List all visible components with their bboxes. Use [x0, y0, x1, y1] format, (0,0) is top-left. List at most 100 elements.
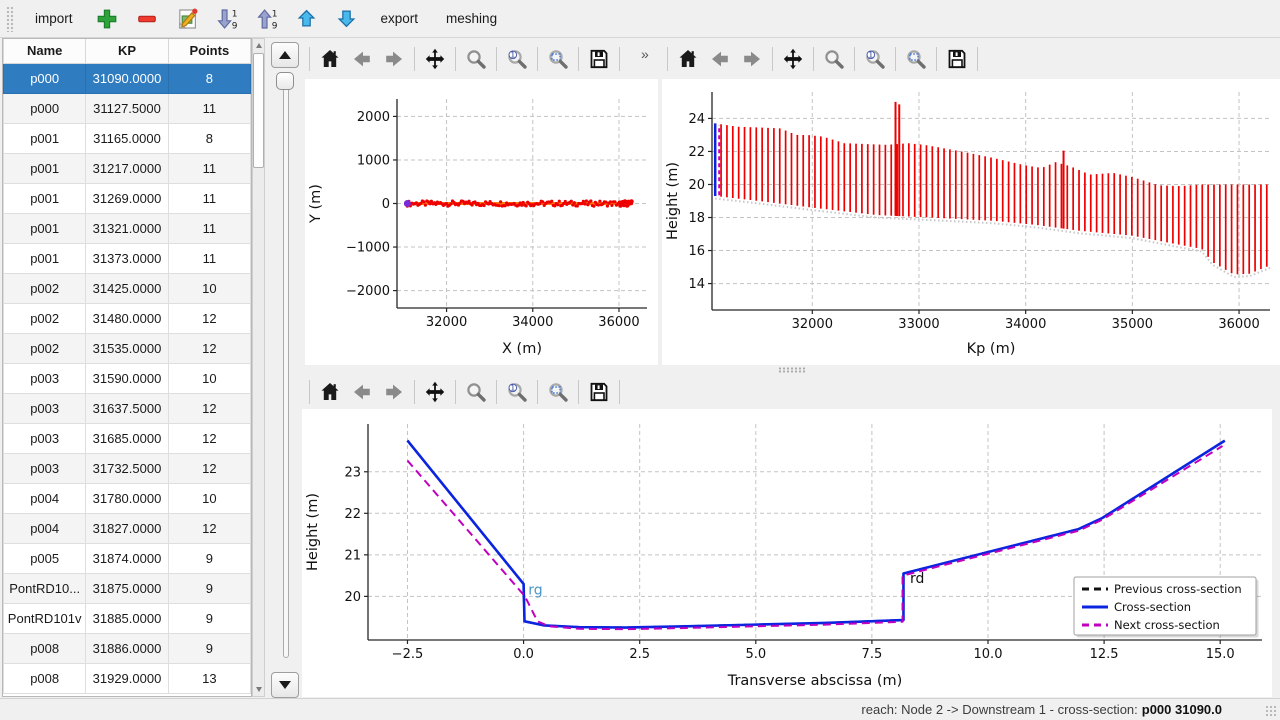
table-cell[interactable]: PontRD101v [4, 603, 86, 633]
table-row[interactable]: PontRD10...31875.00009 [4, 573, 251, 603]
sort-descending-button[interactable]: 1 9 [211, 4, 243, 34]
mpl-forward-button[interactable] [379, 44, 409, 74]
mpl-back-button[interactable] [347, 44, 377, 74]
table-cell[interactable]: p001 [4, 153, 86, 183]
table-cell[interactable]: PontRD10... [4, 573, 86, 603]
edit-cross-section-button[interactable] [171, 4, 203, 34]
table-cell[interactable]: 31090.0000 [86, 63, 168, 93]
mpl-save-button[interactable] [584, 44, 614, 74]
table-cell[interactable]: 12 [168, 513, 250, 543]
table-cell[interactable]: 31929.0000 [86, 663, 168, 693]
table-cell[interactable]: 31127.5000 [86, 93, 168, 123]
table-cell[interactable]: p001 [4, 213, 86, 243]
mpl-zoom-button[interactable] [819, 44, 849, 74]
table-cell[interactable]: 31886.0000 [86, 633, 168, 663]
table-cell[interactable]: 8 [168, 123, 250, 153]
mpl-zoom-button[interactable] [461, 44, 491, 74]
table-cell[interactable]: 11 [168, 153, 250, 183]
table-cell[interactable]: 31217.0000 [86, 153, 168, 183]
mpl-zoom-rect-button[interactable] [901, 44, 931, 74]
export-button[interactable]: export [369, 5, 431, 32]
mpl-back-button[interactable] [705, 44, 735, 74]
cross-sections-table[interactable]: NameKPPoints p00031090.00008p00031127.50… [3, 39, 251, 694]
table-row[interactable]: p00331732.500012 [4, 453, 251, 483]
next-section-button[interactable] [271, 672, 299, 698]
table-cell[interactable]: p000 [4, 63, 86, 93]
table-cell[interactable]: 11 [168, 213, 250, 243]
table-row[interactable]: p00131321.000011 [4, 213, 251, 243]
table-row[interactable]: PontRD101v31885.00009 [4, 603, 251, 633]
table-cell[interactable]: 31590.0000 [86, 363, 168, 393]
table-cell[interactable]: p004 [4, 483, 86, 513]
table-row[interactable]: p00231425.000010 [4, 273, 251, 303]
table-row[interactable]: p00331590.000010 [4, 363, 251, 393]
table-cell[interactable]: p003 [4, 423, 86, 453]
mpl-forward-button[interactable] [737, 44, 767, 74]
table-cell[interactable]: 10 [168, 273, 250, 303]
table-cell[interactable]: p001 [4, 123, 86, 153]
table-cell[interactable]: 31827.0000 [86, 513, 168, 543]
plan-view-figure[interactable]: 320003400036000−2000−1000010002000X (m)Y… [305, 79, 658, 365]
table-cell[interactable]: 31480.0000 [86, 303, 168, 333]
table-cell[interactable]: p002 [4, 303, 86, 333]
table-cell[interactable]: p003 [4, 393, 86, 423]
table-cell[interactable]: 8 [168, 63, 250, 93]
table-row[interactable]: p00131165.00008 [4, 123, 251, 153]
table-cell[interactable]: p002 [4, 333, 86, 363]
column-header[interactable]: KP [86, 39, 168, 63]
table-cell[interactable]: p001 [4, 243, 86, 273]
remove-cross-section-button[interactable] [131, 4, 163, 34]
mpl-save-button[interactable] [584, 377, 614, 407]
table-cell[interactable]: 9 [168, 573, 250, 603]
table-cell[interactable]: 11 [168, 243, 250, 273]
scroll-down-icon[interactable] [253, 684, 264, 695]
table-cell[interactable]: p004 [4, 513, 86, 543]
table-row[interactable]: p00531874.00009 [4, 543, 251, 573]
table-cell[interactable]: p001 [4, 183, 86, 213]
table-cell[interactable]: 11 [168, 183, 250, 213]
table-row[interactable]: p00431780.000010 [4, 483, 251, 513]
sort-ascending-button[interactable]: 1 9 [251, 4, 283, 34]
section-slider-handle[interactable] [276, 72, 294, 90]
window-resize-grip[interactable] [1265, 705, 1277, 717]
table-cell[interactable]: 31874.0000 [86, 543, 168, 573]
mpl-home-button[interactable] [315, 44, 345, 74]
table-row[interactable]: p00031090.00008 [4, 63, 251, 93]
table-row[interactable]: p00331637.500012 [4, 393, 251, 423]
table-cell[interactable]: p008 [4, 663, 86, 693]
table-cell[interactable]: 12 [168, 333, 250, 363]
table-row[interactable]: p00831929.000013 [4, 663, 251, 693]
table-cell[interactable]: 9 [168, 633, 250, 663]
table-row[interactable]: p00231480.000012 [4, 303, 251, 333]
table-cell[interactable]: 31425.0000 [86, 273, 168, 303]
table-row[interactable]: p00131217.000011 [4, 153, 251, 183]
mpl-pan-button[interactable] [778, 44, 808, 74]
mpl-save-button[interactable] [942, 44, 972, 74]
table-cell[interactable]: 31685.0000 [86, 423, 168, 453]
column-header[interactable]: Points [168, 39, 250, 63]
toolbar-grip[interactable] [6, 6, 13, 32]
table-scrollbar-thumb[interactable] [253, 53, 264, 168]
table-cell[interactable]: 31321.0000 [86, 213, 168, 243]
table-scrollbar[interactable] [252, 38, 265, 697]
mpl-pan-button[interactable] [420, 377, 450, 407]
table-cell[interactable]: p003 [4, 363, 86, 393]
table-cell[interactable]: 12 [168, 393, 250, 423]
mpl-home-button[interactable] [315, 377, 345, 407]
scroll-up-icon[interactable] [253, 40, 264, 51]
table-cell[interactable]: 12 [168, 423, 250, 453]
mpl-home-button[interactable] [673, 44, 703, 74]
table-cell[interactable]: 10 [168, 363, 250, 393]
splitter-handle[interactable] [778, 367, 806, 373]
column-header[interactable]: Name [4, 39, 86, 63]
table-cell[interactable]: 11 [168, 93, 250, 123]
table-cell[interactable]: 31269.0000 [86, 183, 168, 213]
mpl-zoom-one-button[interactable]: 1 [502, 377, 532, 407]
table-cell[interactable]: p008 [4, 633, 86, 663]
mpl-pan-button[interactable] [420, 44, 450, 74]
mpl-zoom-button[interactable] [461, 377, 491, 407]
move-down-button[interactable] [331, 4, 363, 34]
toolbar-overflow-button[interactable]: » [641, 46, 649, 62]
meshing-button[interactable]: meshing [434, 5, 509, 32]
table-cell[interactable]: 10 [168, 483, 250, 513]
